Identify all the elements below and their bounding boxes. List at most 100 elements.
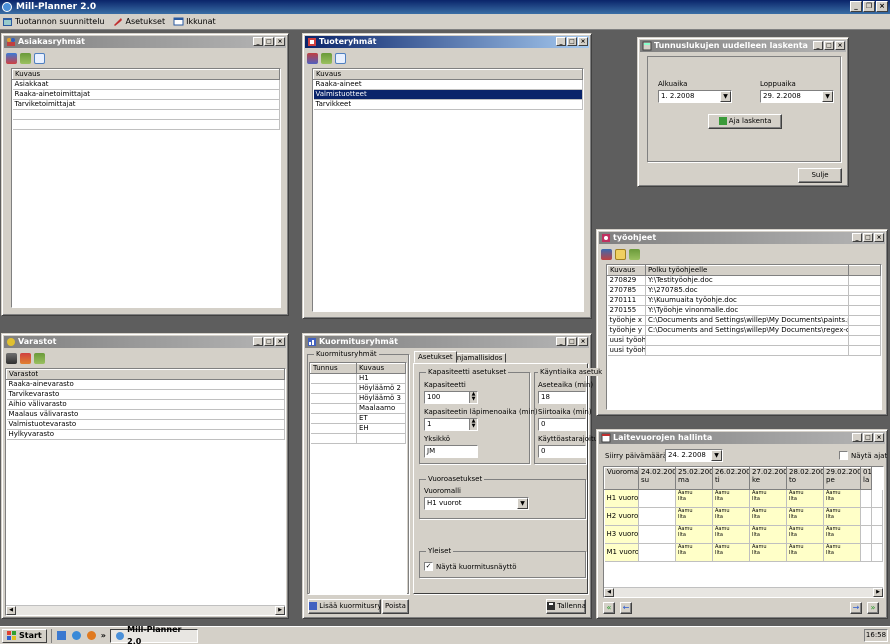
table-row[interactable]: uusi työohje <box>607 335 881 346</box>
table-cell[interactable]: Höyläämö 3 <box>356 393 406 404</box>
table-row[interactable]: Aihio välivarasto <box>6 399 285 410</box>
table-cell[interactable]: C:\Documents and Settings\willep\My Docu… <box>645 325 849 336</box>
table-row[interactable]: Raaka-aineet <box>313 79 583 90</box>
quicklaunch-chevron[interactable]: » <box>101 631 106 640</box>
folder-icon[interactable] <box>615 248 626 260</box>
spinner-icon[interactable]: ▲ ▼ <box>469 419 477 430</box>
dropdown-arrow-icon[interactable]: ▼ <box>517 498 528 509</box>
shift-cell[interactable]: Aamu Ilta <box>786 525 824 544</box>
shift-cell[interactable]: Aamu Ilta <box>712 543 750 562</box>
tab-asetukset[interactable]: Asetukset <box>414 351 457 363</box>
kuormitusryhmat-titlebar[interactable]: Kuormitusryhmät _ □ × <box>305 336 589 348</box>
shift-cell[interactable]: Aamu Ilta <box>786 543 824 562</box>
tyoohjeet-titlebar[interactable]: työohjeet _ □ × <box>599 232 885 244</box>
nayta-kuormitus-checkbox[interactable]: ✓ <box>424 562 433 571</box>
shift-cell[interactable] <box>871 543 883 562</box>
row-header[interactable]: H2 vuorot <box>604 507 639 526</box>
table-cell[interactable] <box>310 413 357 424</box>
column-header-tunnus[interactable]: Tunnus <box>310 363 357 374</box>
column-header-kuvaus[interactable]: Kuvaus <box>356 363 406 374</box>
dropdown-arrow-icon[interactable]: ▼ <box>711 450 722 461</box>
minimize-button[interactable]: _ <box>852 433 862 442</box>
table-cell[interactable]: Maalaus välivarasto <box>6 409 285 420</box>
column-header-day[interactable]: 27.02.2008ke <box>749 467 787 490</box>
maximize-button[interactable]: □ <box>863 433 873 442</box>
firefox-icon[interactable] <box>86 630 97 641</box>
maximize-button[interactable]: □ <box>567 337 577 346</box>
shift-cell[interactable]: Aamu Ilta <box>749 507 787 526</box>
close-button[interactable]: × <box>578 37 588 46</box>
maximize-button[interactable]: □ <box>567 37 577 46</box>
nayta-ajat-checkbox[interactable] <box>839 451 848 460</box>
table-cell[interactable] <box>12 109 280 120</box>
table-cell[interactable]: uusi työohje <box>607 335 646 346</box>
shift-cell[interactable]: Aamu Ilta <box>749 489 787 508</box>
table-cell[interactable]: H1 <box>356 373 406 384</box>
table-row[interactable] <box>310 433 406 444</box>
shift-cell[interactable]: Aamu Ilta <box>675 525 713 544</box>
table-cell[interactable]: 270829 <box>607 275 646 286</box>
kayttoaste-input[interactable]: 0 <box>538 445 586 458</box>
start-button[interactable]: Start <box>2 628 47 643</box>
table-cell[interactable]: 270155 <box>607 305 646 316</box>
add-load-group-button[interactable]: Lisää kuormitusryhmä <box>308 599 381 614</box>
delete-icon[interactable] <box>629 248 640 260</box>
maximize-button[interactable]: □ <box>824 41 834 50</box>
minimize-button[interactable]: _ <box>852 233 862 242</box>
shift-cell[interactable]: Aamu Ilta <box>823 507 861 526</box>
shift-cell[interactable] <box>860 525 872 544</box>
table-row[interactable]: työohje x C:\Documents and Settings\wille… <box>607 315 881 326</box>
close-dialog-button[interactable]: Sulje <box>798 168 842 183</box>
shift-cell[interactable]: Aamu Ilta <box>712 525 750 544</box>
shift-cell[interactable] <box>638 525 676 544</box>
minimize-button[interactable]: _ <box>556 37 566 46</box>
shift-cell[interactable]: Aamu Ilta <box>675 543 713 562</box>
spinner-icon[interactable]: ▲ ▼ <box>469 392 477 403</box>
table-cell[interactable]: Y:\Kuumuaita työohje.doc <box>645 295 849 306</box>
column-header-kuvaus[interactable]: Kuvaus <box>12 69 280 80</box>
column-header-day[interactable]: 25.02.2008ma <box>675 467 713 490</box>
table-cell[interactable]: Valmistuotteet <box>313 89 583 100</box>
shift-cell[interactable] <box>638 507 676 526</box>
table-cell[interactable]: Maalaamo <box>356 403 406 414</box>
table-cell[interactable] <box>12 119 280 130</box>
column-header-kuvaus[interactable]: Kuvaus <box>313 69 583 80</box>
last-week-button[interactable]: » <box>867 602 879 614</box>
vuoromalli-select[interactable]: H1 vuorot ▼ <box>424 497 529 510</box>
table-row[interactable]: EH <box>310 423 406 434</box>
table-cell[interactable]: työohje y <box>607 325 646 336</box>
maximize-button[interactable]: □ <box>863 233 873 242</box>
next-week-button[interactable]: → <box>850 602 862 614</box>
table-cell[interactable] <box>310 373 357 384</box>
shift-cell[interactable] <box>860 489 872 508</box>
table-row[interactable]: Tarviketoimittajat <box>12 99 280 110</box>
dropdown-arrow-icon[interactable]: ▼ <box>822 91 833 102</box>
scroll-left-icon[interactable]: ◀ <box>604 588 614 597</box>
close-button[interactable]: × <box>876 1 888 12</box>
shift-cell[interactable]: Aamu Ilta <box>675 507 713 526</box>
scroll-right-icon[interactable]: ▶ <box>873 588 883 597</box>
row-header[interactable]: H3 vuorot <box>604 525 639 544</box>
column-header-vuoromalli[interactable]: Vuoromalli <box>604 467 639 490</box>
table-row[interactable]: Raaka-ainevarasto <box>6 379 285 390</box>
column-header-polku[interactable]: Polku työohjeelle <box>645 265 849 276</box>
horizontal-scrollbar[interactable]: ◀ ▶ <box>6 605 285 615</box>
delete-load-group-button[interactable]: Poista <box>382 599 409 614</box>
alkuaika-datepicker[interactable]: 1. 2.2008 ▼ <box>658 90 732 103</box>
table-row[interactable]: Raaka-ainetoimittajat <box>12 89 280 100</box>
shift-cell[interactable]: Aamu Ilta <box>823 543 861 562</box>
close-button[interactable]: × <box>835 41 845 50</box>
table-row[interactable]: H1 vuorot Aamu Ilta Aamu Ilta Aamu Ilta Aamu… <box>604 489 883 508</box>
table-cell[interactable]: työohje x <box>607 315 646 326</box>
siirry-datepicker[interactable]: 24. 2.2008 ▼ <box>665 449 723 462</box>
add-instruction-icon[interactable] <box>601 248 612 260</box>
shift-cell[interactable] <box>860 507 872 526</box>
table-cell[interactable]: C:\Documents and Settings\willep\My Docu… <box>645 315 849 326</box>
table-row[interactable]: Höyläämö 2 <box>310 383 406 394</box>
table-row[interactable]: M1 vuorot Aamu Ilta Aamu Ilta Aamu Ilta Aamu… <box>604 543 883 562</box>
table-row[interactable]: ET <box>310 413 406 424</box>
delete-icon[interactable] <box>20 52 31 64</box>
table-cell[interactable]: Y:\270785.doc <box>645 285 849 296</box>
table-row[interactable]: 270785 Y:\270785.doc <box>607 285 881 296</box>
shift-cell[interactable]: Aamu Ilta <box>786 507 824 526</box>
